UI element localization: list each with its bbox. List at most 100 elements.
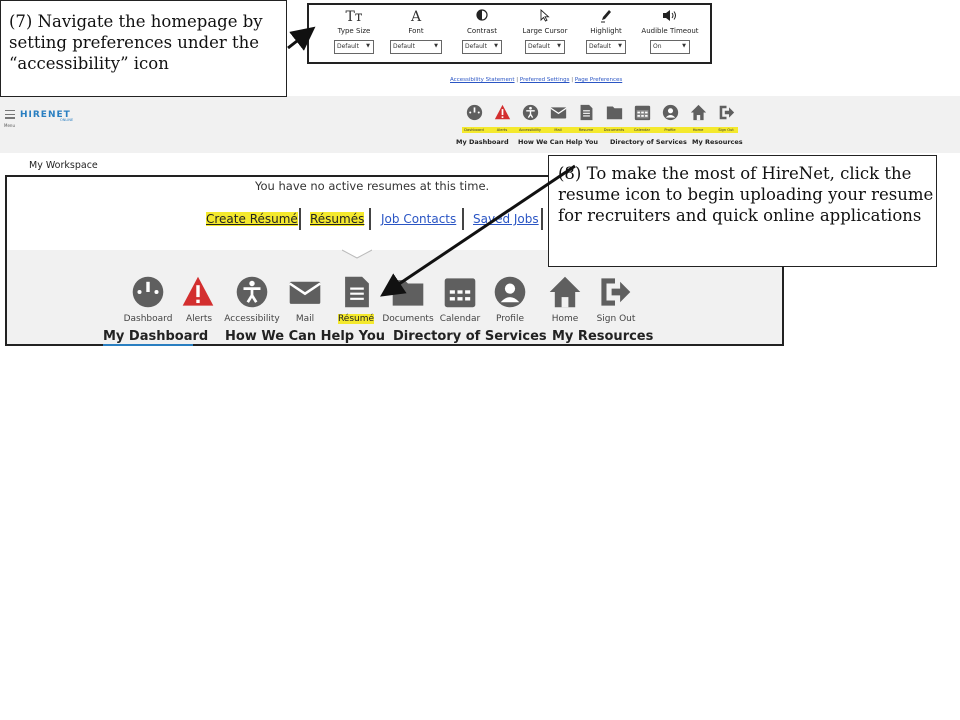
header-nav-profile[interactable]: Profile	[658, 104, 682, 132]
folder-icon	[606, 106, 622, 120]
category-my-resources[interactable]: My Resources	[552, 329, 653, 344]
header-nav-dashboard[interactable]: Dashboard	[462, 104, 486, 132]
logo-subtitle: ONLINE	[60, 118, 74, 122]
nav-documents-button[interactable]	[388, 275, 428, 315]
nav-mail-button[interactable]	[285, 275, 325, 315]
dropdown-pointer	[342, 249, 372, 259]
resumes-link[interactable]: Résumés	[310, 212, 365, 226]
accessibility-icon	[236, 276, 268, 308]
alert-icon	[494, 104, 510, 120]
header-category-how-we-can-help[interactable]: How We Can Help You	[518, 138, 598, 146]
highlight-select[interactable]: Default ▼	[586, 40, 626, 54]
home-icon	[690, 104, 706, 121]
menu-label: Menu	[4, 123, 15, 128]
header-nav-documents[interactable]: Documents	[602, 104, 626, 132]
resume-icon	[345, 276, 369, 308]
sign-out-icon	[719, 105, 734, 120]
nav-label-accessibility: Accessibility	[224, 314, 280, 324]
mail-icon	[549, 107, 567, 119]
contrast-icon	[451, 9, 513, 25]
nav-label-resume: Résumé	[337, 314, 375, 324]
profile-icon	[662, 104, 678, 121]
header-nav-mail[interactable]: Mail	[546, 104, 570, 132]
alert-icon	[182, 276, 214, 306]
type-size-icon: Tт	[345, 9, 363, 25]
calendar-icon	[634, 105, 650, 121]
large-cursor-select[interactable]: Default ▼	[525, 40, 565, 54]
category-how-we-can-help[interactable]: How We Can Help You	[225, 329, 385, 344]
contrast-select[interactable]: Default ▼	[462, 40, 502, 54]
type-size-select[interactable]: Default ▼	[334, 40, 374, 54]
chevron-down-icon: ▼	[682, 43, 686, 49]
header-nav-calendar[interactable]: Calendar	[630, 104, 654, 132]
header-category-my-dashboard[interactable]: My Dashboard	[456, 138, 509, 146]
hamburger-menu-icon[interactable]	[5, 110, 15, 120]
link-divider	[369, 208, 371, 230]
pref-label: Large Cursor	[522, 27, 568, 35]
nav-calendar-button[interactable]	[440, 275, 480, 315]
saved-jobs-link[interactable]: Saved Jobs	[473, 212, 539, 226]
header-nav-home[interactable]: Home	[686, 104, 710, 132]
pref-highlight: Highlight Default ▼	[575, 5, 637, 54]
create-resume-link[interactable]: Create Résumé	[206, 212, 298, 226]
pref-contrast: Contrast Default ▼	[451, 5, 513, 54]
callout-step-7: (7) Navigate the homepage by setting pre…	[0, 0, 287, 97]
header-nav-accessibility[interactable]: Accessibility	[518, 104, 542, 132]
cursor-icon	[514, 8, 576, 25]
pref-large-cursor: Large Cursor Default ▼	[514, 5, 576, 54]
dashboard-icon	[466, 104, 482, 121]
page-title: My Workspace	[29, 160, 98, 171]
chevron-down-icon: ▼	[366, 43, 370, 49]
link-divider	[541, 208, 543, 230]
nav-resume-button[interactable]	[337, 275, 377, 315]
pref-label: Font	[408, 27, 424, 35]
accessibility-preferences-panel: Tт Type Size Default ▼ A Font Default ▼ Co…	[307, 3, 712, 64]
dashboard-icon	[132, 276, 164, 308]
font-select[interactable]: Default ▼	[390, 40, 442, 54]
pref-label: Contrast	[467, 27, 497, 35]
preferred-settings-link[interactable]: Preferred Settings	[520, 77, 570, 83]
nav-label-sign-out: Sign Out	[596, 314, 636, 324]
profile-icon	[494, 276, 526, 308]
pref-label: Type Size	[337, 27, 371, 35]
audible-timeout-select[interactable]: On ▼	[650, 40, 690, 54]
speaker-icon	[639, 9, 701, 25]
nav-alerts-button[interactable]	[178, 275, 218, 315]
link-divider	[462, 208, 464, 230]
home-icon	[549, 276, 581, 308]
pref-label: Audible Timeout	[641, 27, 699, 35]
active-category-underline	[103, 344, 193, 346]
nav-dashboard-button[interactable]	[128, 275, 168, 315]
font-icon: A	[410, 9, 422, 25]
accessibility-statement-link[interactable]: Accessibility Statement	[450, 77, 515, 83]
header-nav-resume[interactable]: Resume	[574, 104, 598, 132]
page-preferences-link[interactable]: Page Preferences	[575, 77, 622, 83]
nav-home-button[interactable]	[545, 275, 585, 315]
sign-out-icon	[601, 278, 631, 306]
callout-step-8: (8) To make the most of HireNet, click t…	[548, 155, 937, 267]
header-nav-sign-out[interactable]: Sign Out	[714, 104, 738, 132]
category-directory-of-services[interactable]: Directory of Services	[393, 329, 547, 344]
job-contacts-link[interactable]: Job Contacts	[381, 212, 456, 226]
nav-accessibility-button[interactable]	[232, 275, 272, 315]
accessibility-icon	[522, 104, 538, 121]
resume-icon	[580, 104, 592, 121]
pref-font: A Font Default ▼	[385, 5, 447, 54]
header-nav-alerts[interactable]: Alerts	[490, 104, 514, 132]
header-category-my-resources[interactable]: My Resources	[692, 138, 743, 146]
nav-label-documents: Documents	[382, 314, 434, 324]
chevron-down-icon: ▼	[618, 43, 622, 49]
link-divider	[299, 208, 301, 230]
nav-sign-out-button[interactable]	[595, 275, 635, 315]
no-resumes-message: You have no active resumes at this time.	[255, 179, 490, 193]
preferences-links: Accessibility Statement | Preferred Sett…	[450, 77, 623, 83]
category-my-dashboard[interactable]: My Dashboard	[103, 329, 208, 344]
pref-type-size: Tт Type Size Default ▼	[323, 5, 385, 54]
nav-label-alerts: Alerts	[185, 314, 213, 324]
header-category-directory[interactable]: Directory of Services	[610, 138, 687, 146]
chevron-down-icon: ▼	[494, 43, 498, 49]
nav-label-profile: Profile	[496, 314, 524, 324]
pref-audible-timeout: Audible Timeout On ▼	[639, 5, 701, 54]
mail-icon	[288, 281, 322, 304]
nav-profile-button[interactable]	[490, 275, 530, 315]
